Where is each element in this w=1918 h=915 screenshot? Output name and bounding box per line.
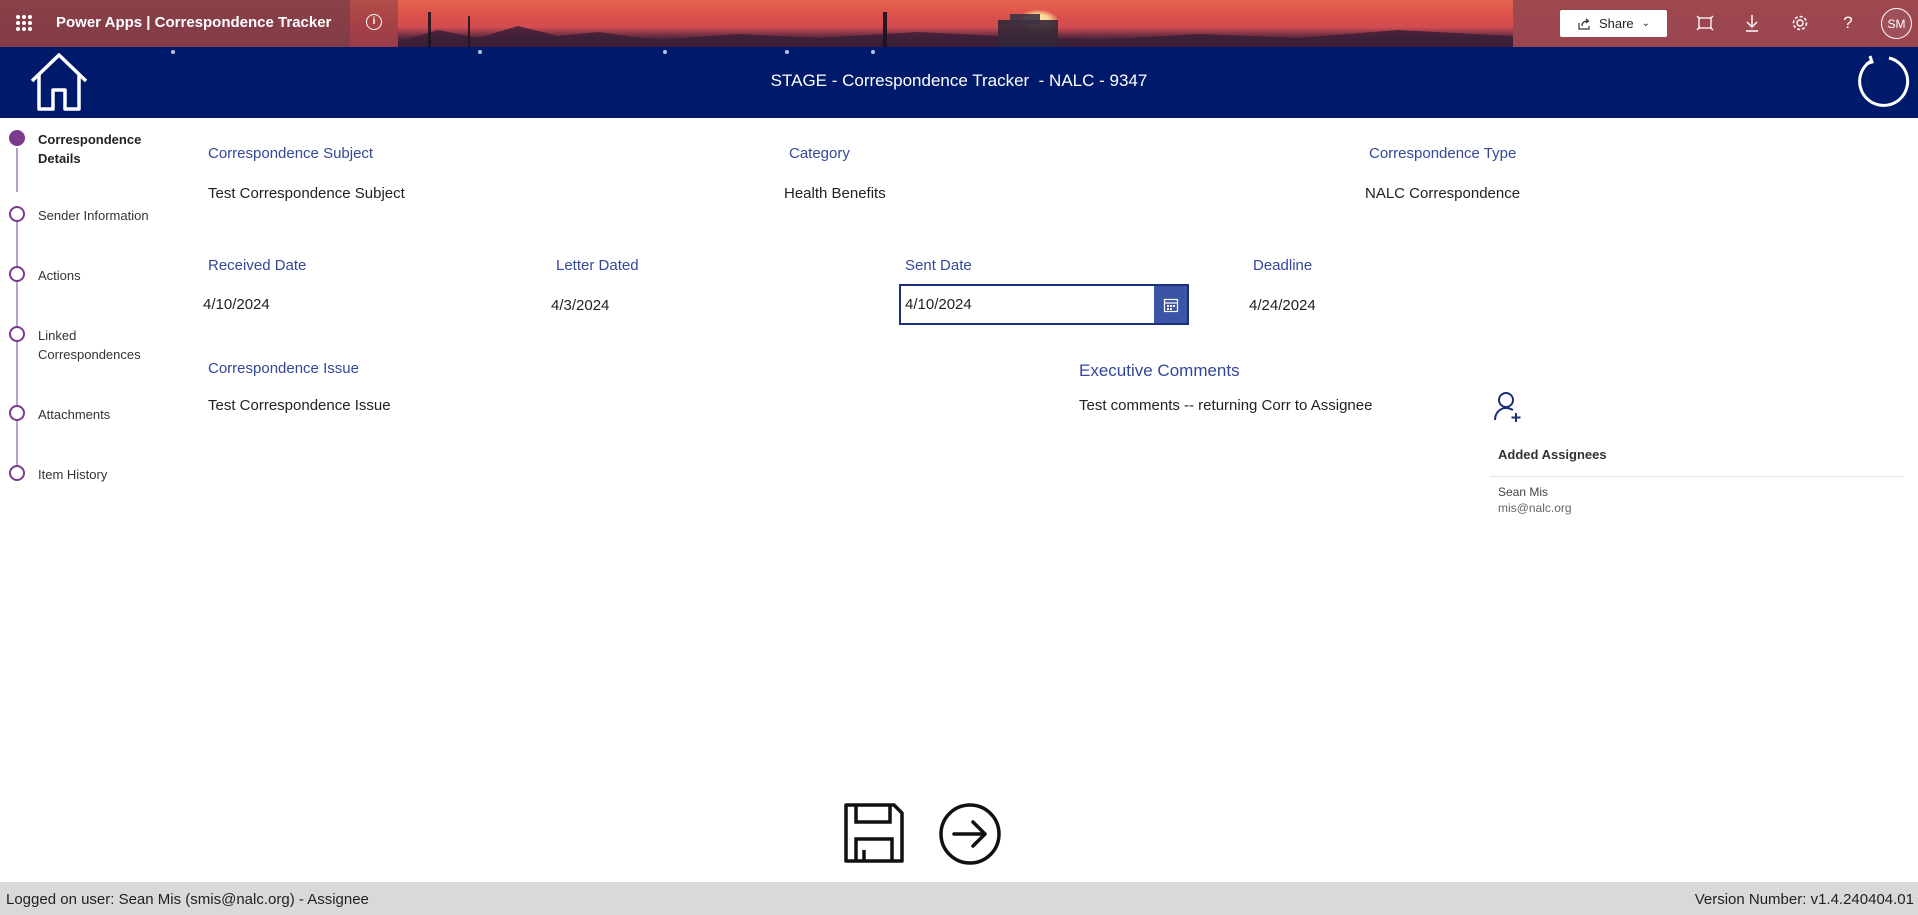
- logged-on-user-text: Logged on user: Sean Mis (smis@nalc.org)…: [6, 891, 369, 908]
- app-header: STAGE - Correspondence Tracker - NALC - …: [0, 47, 1918, 118]
- step-linked-correspondences[interactable]: Linked Correspondences: [9, 326, 168, 364]
- share-icon: [1578, 18, 1590, 30]
- category-value: Health Benefits: [784, 185, 886, 202]
- subject-label: Correspondence Subject: [208, 145, 374, 162]
- status-footer: Logged on user: Sean Mis (smis@nalc.org)…: [0, 882, 1918, 915]
- avatar[interactable]: SM: [1881, 8, 1912, 39]
- help-icon[interactable]: ?: [1837, 12, 1859, 34]
- executive-comments-value: Test comments -- returning Corr to Assig…: [1079, 397, 1373, 414]
- step-attachments[interactable]: Attachments: [9, 405, 168, 424]
- gear-icon[interactable]: [1789, 12, 1811, 34]
- issue-label: Correspondence Issue: [208, 360, 359, 377]
- power-apps-topbar: Power Apps | Correspondence Tracker i Sh…: [0, 0, 1918, 47]
- step-actions[interactable]: Actions: [9, 266, 168, 285]
- fit-to-window-icon[interactable]: [1694, 12, 1716, 34]
- step-dot: [9, 206, 25, 222]
- executive-comments-label: Executive Comments: [1079, 361, 1240, 380]
- sent-date-input[interactable]: 4/10/2024: [905, 296, 972, 313]
- step-dot: [9, 465, 25, 481]
- step-item-history[interactable]: Item History: [9, 465, 168, 484]
- received-date-label: Received Date: [208, 257, 307, 274]
- subject-value: Test Correspondence Subject: [208, 185, 405, 202]
- version-number-text: Version Number: v1.4.240404.01: [1694, 891, 1914, 908]
- received-date-value: 4/10/2024: [203, 296, 270, 313]
- step-label: Sender Information: [38, 208, 149, 223]
- assignee-email: mis@nalc.org: [1498, 501, 1572, 515]
- sent-date-picker[interactable]: 4/10/2024: [899, 284, 1189, 325]
- share-button[interactable]: Share ⌄: [1560, 10, 1667, 37]
- category-label: Category: [789, 145, 850, 162]
- add-user-icon[interactable]: [1493, 391, 1523, 423]
- letter-dated-label: Letter Dated: [556, 257, 639, 274]
- letter-dated-value: 4/3/2024: [551, 297, 610, 314]
- download-icon[interactable]: [1741, 12, 1763, 34]
- save-icon[interactable]: [843, 802, 905, 864]
- deadline-value: 4/24/2024: [1249, 297, 1316, 314]
- added-assignees-title: Added Assignees: [1498, 447, 1607, 462]
- step-dot: [9, 405, 25, 421]
- step-label: Item History: [38, 467, 108, 482]
- page-title: STAGE - Correspondence Tracker - NALC - …: [770, 71, 1148, 90]
- arrow-right-circle-icon[interactable]: [938, 802, 1002, 866]
- info-icon[interactable]: i: [366, 14, 382, 30]
- step-dot: [9, 266, 25, 282]
- app-launcher-icon[interactable]: [16, 15, 32, 31]
- sent-date-label: Sent Date: [905, 257, 972, 274]
- app-title: Power Apps | Correspondence Tracker: [56, 14, 332, 31]
- issue-value: Test Correspondence Issue: [208, 397, 391, 414]
- palm-silhouette-decoration: [398, 12, 1513, 47]
- step-sender-information[interactable]: Sender Information: [9, 206, 168, 225]
- correspondence-type-label: Correspondence Type: [1369, 145, 1517, 162]
- divider: [1490, 476, 1904, 477]
- calendar-icon[interactable]: [1154, 286, 1187, 323]
- step-label: Linked Correspondences: [38, 328, 141, 362]
- stepper-connector: [16, 222, 18, 267]
- deadline-label: Deadline: [1253, 257, 1313, 274]
- step-label: Actions: [38, 268, 81, 283]
- step-label: Attachments: [38, 407, 111, 422]
- correspondence-type-value: NALC Correspondence: [1365, 185, 1521, 202]
- step-correspondence-details[interactable]: Correspondence Details: [9, 130, 168, 168]
- step-dot: [9, 326, 25, 342]
- step-dot-active: [9, 130, 25, 146]
- stepper-connector: [16, 420, 18, 466]
- refresh-icon[interactable]: [1856, 54, 1910, 108]
- stepper-connector: [16, 281, 18, 327]
- step-label: Correspondence Details: [38, 132, 142, 166]
- share-label: Share: [1598, 16, 1634, 31]
- chevron-down-icon: ⌄: [1641, 18, 1651, 29]
- assignee-name: Sean Mis: [1498, 485, 1549, 499]
